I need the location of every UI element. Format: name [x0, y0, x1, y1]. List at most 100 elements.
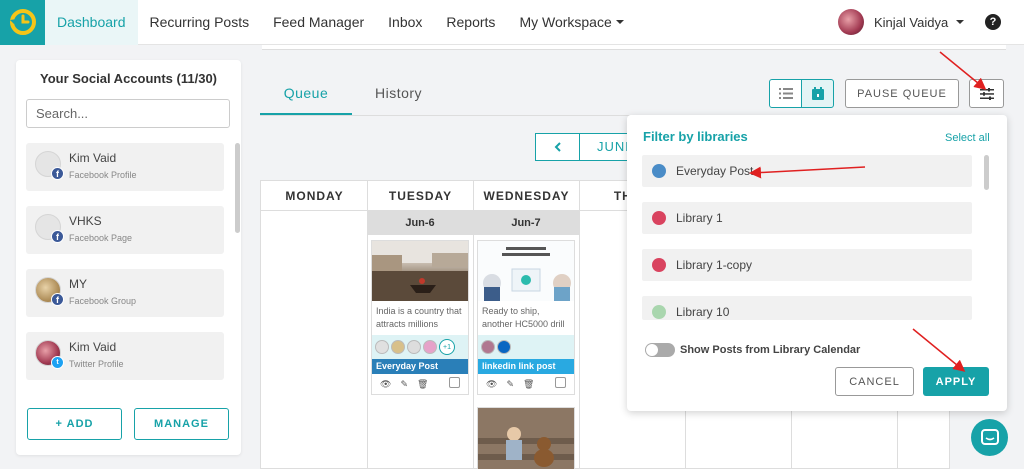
library-list-scrollbar[interactable]: [984, 155, 989, 190]
library-name: Everyday Post: [676, 164, 754, 178]
account-type: Facebook Profile: [69, 170, 137, 180]
post-image: [478, 241, 574, 301]
post-accounts: +1: [372, 335, 468, 359]
nav-recurring-posts[interactable]: Recurring Posts: [138, 0, 262, 45]
more-accounts-badge[interactable]: +1: [439, 339, 455, 355]
library-color-dot: [652, 164, 666, 178]
post-text: India is a country that attracts million…: [376, 306, 462, 329]
date-header: Jun-6: [367, 211, 473, 235]
sliders-icon: [979, 87, 994, 100]
calendar-column-wednesday: WEDNESDAY Jun-7 Ready to ship, another H…: [473, 181, 580, 469]
nav-dashboard[interactable]: Dashboard: [45, 0, 138, 45]
filter-button[interactable]: [969, 79, 1004, 108]
library-option[interactable]: Library 1: [642, 202, 972, 234]
eye-icon[interactable]: 👁: [380, 379, 391, 390]
calendar-view-button[interactable]: [801, 79, 834, 108]
calendar-icon: [811, 87, 824, 100]
edit-icon[interactable]: ✎: [400, 379, 408, 390]
library-name: Library 1: [676, 211, 723, 225]
app-logo[interactable]: [0, 0, 45, 45]
river-boat-image: [372, 241, 468, 301]
library-option[interactable]: Library 10: [642, 296, 972, 320]
twitter-icon: t: [51, 356, 64, 369]
sidebar-scrollbar[interactable]: [235, 143, 240, 233]
apply-button[interactable]: APPLY: [923, 367, 989, 396]
pause-queue-button[interactable]: PAUSE QUEUE: [845, 79, 959, 108]
user-name: Kinjal Vaidya: [874, 14, 949, 30]
library-label: linkedin link post: [478, 359, 574, 374]
list-view-button[interactable]: [769, 79, 802, 108]
account-avatar: [481, 340, 495, 354]
calendar-column-tuesday: TUESDAY Jun-6 India is a country that at…: [367, 181, 474, 469]
nav-inbox[interactable]: Inbox: [376, 0, 434, 45]
list-icon: [778, 88, 793, 99]
library-calendar-toggle[interactable]: [645, 343, 675, 357]
library-filter-dropdown: Filter by libraries Select all Everyday …: [627, 115, 1007, 411]
day-header: MONDAY: [261, 181, 368, 211]
filter-title: Filter by libraries: [643, 129, 748, 144]
tab-history[interactable]: History: [375, 85, 422, 101]
linkedin-icon: [497, 340, 511, 354]
account-avatar: [391, 340, 405, 354]
post-checkbox[interactable]: [449, 377, 460, 388]
top-navbar: Dashboard Recurring Posts Feed Manager I…: [0, 0, 1024, 45]
date-header: Jun-7: [473, 211, 579, 235]
prev-month-button[interactable]: [535, 133, 580, 161]
post-card[interactable]: [477, 407, 575, 469]
library-color-dot: [652, 305, 666, 319]
library-option[interactable]: Everyday Post: [642, 155, 972, 187]
sidebar-title: Your Social Accounts (11/30): [40, 71, 217, 86]
chat-icon: [980, 428, 999, 445]
post-card[interactable]: Ready to ship, another HC5000 drill link…: [477, 240, 575, 395]
tab-active-indicator: [260, 113, 352, 115]
eye-icon[interactable]: 👁: [486, 379, 497, 390]
library-label: Everyday Post: [372, 359, 468, 374]
tab-queue[interactable]: Queue: [260, 85, 352, 101]
child-teddy-image: [478, 408, 574, 469]
toggle-label: Show Posts from Library Calendar: [680, 344, 861, 356]
account-type: Twitter Profile: [69, 359, 124, 369]
manage-accounts-button[interactable]: MANAGE: [134, 408, 229, 440]
post-actions: 👁 ✎ 🗑: [372, 374, 468, 394]
nav-feed-manager[interactable]: Feed Manager: [261, 0, 376, 45]
account-item[interactable]: f VHKS Facebook Page: [26, 206, 224, 254]
account-item[interactable]: f Kim Vaid Facebook Profile: [26, 143, 224, 191]
nav-my-workspace[interactable]: My Workspace: [507, 0, 635, 45]
account-name: Kim Vaid: [69, 340, 117, 354]
library-option[interactable]: Library 1-copy: [642, 249, 972, 281]
select-all-link[interactable]: Select all: [945, 132, 990, 144]
account-avatar: [375, 340, 389, 354]
account-item[interactable]: f MY Facebook Group: [26, 269, 224, 317]
library-name: Library 1-copy: [676, 258, 753, 272]
edit-icon[interactable]: ✎: [506, 379, 514, 390]
header-strip: [262, 45, 1006, 50]
trash-icon[interactable]: 🗑: [417, 379, 428, 390]
post-accounts: [478, 335, 574, 359]
account-avatar: [407, 340, 421, 354]
library-color-dot: [652, 258, 666, 272]
nav-reports[interactable]: Reports: [434, 0, 507, 45]
post-text: Ready to ship, another HC5000 drill: [482, 306, 565, 329]
chat-launcher[interactable]: [971, 419, 1008, 456]
facebook-icon: f: [51, 293, 64, 306]
help-icon[interactable]: ?: [985, 14, 1001, 30]
post-image: [478, 408, 574, 469]
add-account-button[interactable]: + ADD: [27, 408, 122, 440]
account-name: VHKS: [69, 214, 102, 228]
post-image: [372, 241, 468, 301]
account-name: Kim Vaid: [69, 151, 117, 165]
trash-icon[interactable]: 🗑: [523, 379, 534, 390]
account-search-input[interactable]: [26, 99, 230, 128]
account-item[interactable]: t Kim Vaid Twitter Profile: [26, 332, 224, 380]
chevron-left-icon: [554, 142, 561, 152]
social-accounts-sidebar: Your Social Accounts (11/30) f Kim Vaid …: [16, 60, 241, 455]
clock-logo-icon: [9, 9, 36, 35]
post-checkbox[interactable]: [555, 377, 566, 388]
user-menu[interactable]: Kinjal Vaidya: [838, 9, 965, 35]
library-name: Library 10: [676, 305, 730, 319]
post-card[interactable]: India is a country that attracts million…: [371, 240, 469, 395]
cancel-button[interactable]: CANCEL: [835, 367, 914, 396]
library-color-dot: [652, 211, 666, 225]
instagram-icon: [423, 340, 437, 354]
account-type: Facebook Page: [69, 233, 133, 243]
